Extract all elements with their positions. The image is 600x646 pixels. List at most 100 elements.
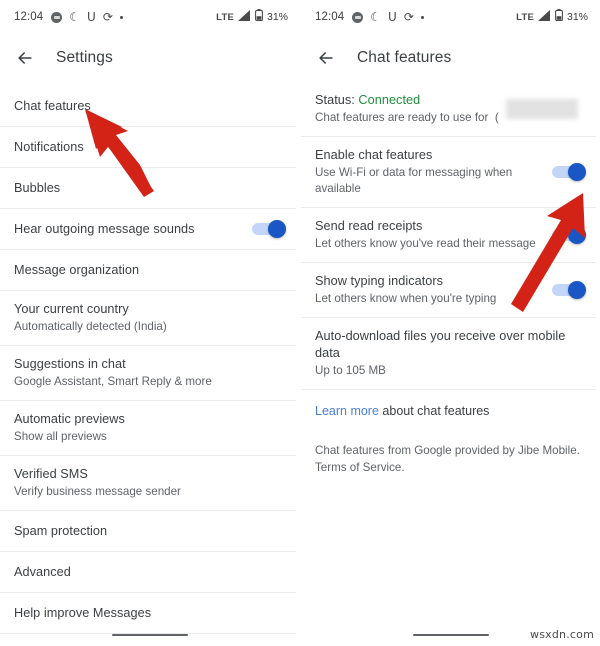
app-bar-settings: Settings: [0, 34, 300, 82]
learn-more-link[interactable]: Learn more: [315, 404, 379, 418]
status-description-text: Chat features are ready to use for: [315, 111, 489, 124]
chat-features-screen: 12:04 ☾ U ⟳ LTE 31% Chat features Status…: [300, 0, 600, 646]
status-label: Status:: [315, 93, 355, 107]
status-bar-right-icons: LTE 31%: [516, 8, 588, 26]
list-item-text: Advanced: [14, 554, 286, 591]
page-title: Settings: [56, 49, 113, 66]
gesture-nav-pill-right: [412, 633, 489, 636]
list-item-text: Verified SMS Verify business message send…: [14, 456, 286, 510]
toggle-switch[interactable]: [552, 226, 586, 244]
list-item-title: Spam protection: [14, 523, 108, 538]
chat-features-list: Enable chat features Use Wi-Fi or data fo…: [301, 137, 600, 390]
list-item-title: Advanced: [14, 564, 71, 579]
toggle-switch[interactable]: [252, 220, 286, 238]
battery-icon: [555, 8, 563, 26]
list-item-title: Suggestions in chat: [14, 357, 126, 371]
list-item-text: Notifications: [14, 129, 286, 166]
dot-icon: [119, 15, 123, 19]
signal-bars-icon: [237, 8, 251, 26]
list-item[interactable]: Spam protection: [0, 511, 300, 551]
list-item-text: Bubbles: [14, 170, 286, 207]
network-type-label: LTE: [516, 11, 534, 23]
list-item-text: Show typing indicators Let others know wh…: [315, 263, 544, 317]
list-item[interactable]: Enable chat features Use Wi-Fi or data fo…: [301, 137, 600, 207]
page-title: Chat features: [357, 49, 452, 66]
status-bar-time: 12:04: [315, 11, 345, 23]
list-item-subtitle: Up to 105 MB: [315, 364, 386, 377]
list-item-text: Message organization: [14, 252, 286, 289]
list-item[interactable]: Your current country Automatically detect…: [0, 291, 300, 345]
status-bar-left-icons: ☾ U ⟳: [352, 11, 424, 23]
list-item-title: Notifications: [14, 139, 84, 154]
list-item-title: Your current country: [14, 302, 129, 316]
learn-more-row[interactable]: Learn more about chat features: [301, 390, 600, 428]
gesture-nav-pill-left: [112, 633, 188, 636]
list-item[interactable]: Notifications: [0, 127, 300, 167]
list-item-text: Auto-download files you receive over mob…: [315, 318, 586, 389]
toggle-switch[interactable]: [552, 163, 586, 181]
list-item[interactable]: Verified SMS Verify business message send…: [0, 456, 300, 510]
battery-percent-label: 31%: [566, 11, 588, 23]
toggle-knob: [568, 281, 586, 299]
list-item-text: Spam protection: [14, 513, 286, 550]
u-glyph-icon: U: [87, 10, 96, 24]
list-item-title: Hear outgoing message sounds: [14, 221, 195, 236]
battery-percent-label: 31%: [266, 11, 288, 23]
list-item-title: Chat features: [14, 98, 91, 113]
connection-status-block: Status: Connected Chat features are read…: [301, 82, 600, 136]
list-item-text: Help improve Messages: [14, 595, 286, 632]
list-item-title: Verified SMS: [14, 467, 88, 481]
status-bar-right-icons: LTE 31%: [216, 8, 288, 26]
redacted-account-name: [506, 99, 578, 119]
status-bar-left-icons: ☾ U ⟳: [51, 11, 123, 23]
back-arrow-icon[interactable]: [14, 47, 36, 69]
list-item[interactable]: Send read receipts Let others know you've…: [301, 208, 600, 262]
list-item[interactable]: Auto-download files you receive over mob…: [301, 318, 600, 389]
list-item[interactable]: Suggestions in chat Google Assistant, Sma…: [0, 346, 300, 400]
list-item-subtitle: Show all previews: [14, 430, 107, 443]
list-item-subtitle: Let others know when you're typing: [315, 292, 497, 305]
list-item-subtitle: Google Assistant, Smart Reply & more: [14, 375, 212, 388]
list-item-subtitle: Let others know you've read their messag…: [315, 237, 536, 250]
toggle-knob: [268, 220, 286, 238]
toggle-switch[interactable]: [552, 281, 586, 299]
list-item[interactable]: Advanced: [0, 552, 300, 592]
list-item-subtitle: Verify business message sender: [14, 485, 181, 498]
toggle-knob: [568, 163, 586, 181]
list-item[interactable]: Show typing indicators Let others know wh…: [301, 263, 600, 317]
list-item-text: Suggestions in chat Google Assistant, Sma…: [14, 346, 286, 400]
list-item[interactable]: Help improve Messages: [0, 593, 300, 633]
swirl-icon: ⟳: [102, 10, 113, 24]
list-item-text: Your current country Automatically detect…: [14, 291, 286, 345]
list-item[interactable]: Automatic previews Show all previews: [0, 401, 300, 455]
list-item-text: Hear outgoing message sounds: [14, 211, 244, 248]
back-arrow-icon[interactable]: [315, 47, 337, 69]
network-type-label: LTE: [216, 11, 234, 23]
crescent-moon-icon: ☾: [69, 10, 81, 24]
swirl-icon: ⟳: [403, 10, 414, 24]
list-item[interactable]: Bubbles: [0, 168, 300, 208]
list-item-title: Send read receipts: [315, 219, 423, 233]
u-glyph-icon: U: [388, 10, 397, 24]
list-item-subtitle: Use Wi-Fi or data for messaging when ava…: [315, 166, 513, 195]
list-item-title: Auto-download files you receive over mob…: [315, 329, 566, 360]
list-item-text: Enable chat features Use Wi-Fi or data fo…: [315, 137, 544, 207]
status-value: Connected: [358, 93, 421, 107]
signal-bars-icon: [537, 8, 551, 26]
list-item-title: Automatic previews: [14, 412, 125, 426]
battery-icon: [255, 8, 263, 26]
app-bar-chat-features: Chat features: [301, 34, 600, 82]
list-item-text: Automatic previews Show all previews: [14, 401, 286, 455]
list-item[interactable]: Message organization: [0, 250, 300, 290]
list-item[interactable]: Hear outgoing message sounds: [0, 209, 300, 249]
list-item[interactable]: Chat features: [0, 86, 300, 126]
status-bar-right: 12:04 ☾ U ⟳ LTE 31%: [301, 0, 600, 34]
crescent-moon-icon: ☾: [370, 10, 382, 24]
toggle-knob: [568, 226, 586, 244]
list-item-title: Bubbles: [14, 180, 61, 195]
list-item-title: Help improve Messages: [14, 605, 152, 620]
learn-more-rest: about chat features: [378, 404, 490, 418]
list-item-text: Chat features: [14, 88, 286, 125]
app-badge-icon: [352, 11, 364, 23]
settings-screen: 12:04 ☾ U ⟳ LTE 31% Settings Chat featur…: [0, 0, 300, 646]
